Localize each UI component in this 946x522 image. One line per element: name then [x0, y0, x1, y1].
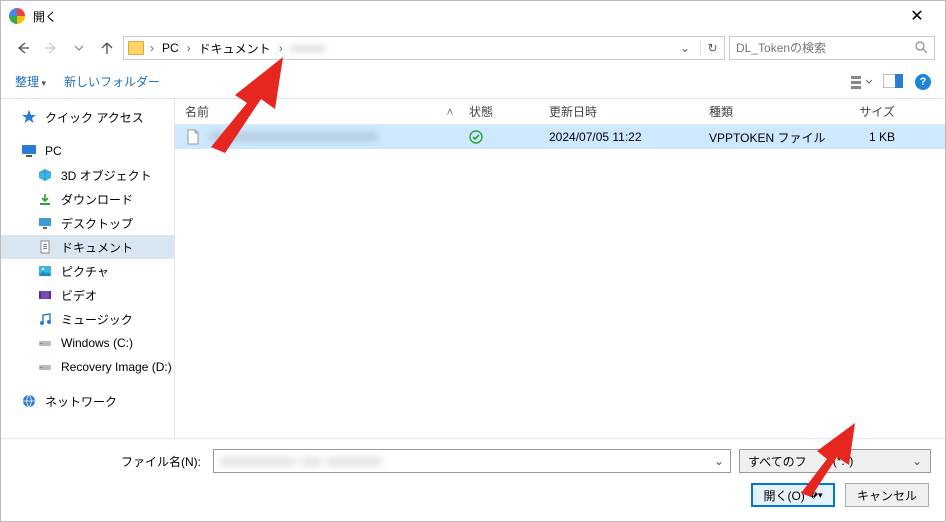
status-synced-icon: [459, 130, 539, 144]
sidebar-item-drive-c[interactable]: Windows (C:): [1, 331, 174, 355]
address-bar[interactable]: › PC › ドキュメント › xxxxx ⌄ ↻: [123, 36, 725, 60]
search-box[interactable]: [729, 36, 935, 60]
sidebar-item-label: ミュージック: [61, 311, 133, 328]
column-headers[interactable]: 名前 ˄ 状態 更新日時 種類 サイズ: [175, 99, 945, 125]
sidebar-item-pc[interactable]: PC: [1, 139, 174, 163]
pc-icon: [21, 143, 37, 159]
breadcrumb[interactable]: PC: [160, 41, 181, 55]
document-icon: [37, 239, 53, 255]
cube-icon: [37, 167, 53, 183]
picture-icon: [37, 263, 53, 279]
sidebar-item-label: Windows (C:): [61, 336, 133, 350]
breadcrumb-redacted[interactable]: xxxxx: [289, 41, 328, 55]
sidebar-item-label: ドキュメント: [61, 239, 133, 256]
file-date: 2024/07/05 11:22: [539, 130, 699, 144]
sidebar-item-desktop[interactable]: デスクトップ: [1, 211, 174, 235]
sidebar-item-drive-d[interactable]: Recovery Image (D:): [1, 355, 174, 379]
search-input[interactable]: [736, 41, 914, 55]
app-icon: [9, 8, 25, 24]
drive-icon: [37, 359, 53, 375]
network-icon: [21, 393, 37, 409]
video-icon: [37, 287, 53, 303]
sidebar-item-label: ネットワーク: [45, 393, 117, 410]
recent-dropdown-icon[interactable]: [67, 36, 91, 60]
chevron-down-icon[interactable]: ⌄: [912, 454, 922, 468]
sidebar-item-label: クイック アクセス: [45, 109, 144, 126]
back-button[interactable]: [11, 36, 35, 60]
column-date[interactable]: 更新日時: [539, 103, 699, 120]
chevron-right-icon: ›: [185, 41, 193, 55]
file-kind: VPPTOKEN ファイル: [699, 129, 829, 146]
sidebar-item-label: 3D オブジェクト: [61, 167, 152, 184]
sidebar: クイック アクセス PC 3D オブジェクト ダウンロード デスクトップ: [1, 99, 175, 438]
chevron-right-icon: ›: [277, 41, 285, 55]
new-folder-button[interactable]: 新しいフォルダー: [64, 73, 160, 90]
sidebar-item-documents[interactable]: ドキュメント: [1, 235, 174, 259]
sidebar-item-downloads[interactable]: ダウンロード: [1, 187, 174, 211]
sidebar-item-label: デスクトップ: [61, 215, 133, 232]
sidebar-item-quick-access[interactable]: クイック アクセス: [1, 105, 174, 129]
download-icon: [37, 191, 53, 207]
sidebar-item-music[interactable]: ミュージック: [1, 307, 174, 331]
file-row[interactable]: xxxxxxxxxxxxxxxxxxxxxxxx 2024/07/05 11:2…: [175, 125, 945, 149]
filter-label-suffix: (*.*): [833, 454, 854, 468]
sidebar-item-videos[interactable]: ビデオ: [1, 283, 174, 307]
open-button[interactable]: 開く(O) �▾: [751, 483, 835, 507]
dialog-title: 開く: [33, 8, 57, 25]
file-icon: [185, 129, 201, 145]
column-status[interactable]: 状態: [459, 103, 539, 120]
cancel-button[interactable]: キャンセル: [845, 483, 929, 507]
filter-label-prefix: すべてのフ: [748, 453, 807, 470]
split-chevron-icon[interactable]: �▾: [809, 490, 823, 501]
help-icon[interactable]: ?: [915, 74, 931, 90]
folder-icon: [128, 41, 144, 55]
star-icon: [21, 109, 37, 125]
close-button[interactable]: ✕: [897, 1, 937, 31]
sidebar-item-label: ダウンロード: [61, 191, 133, 208]
filename-value-redacted: xxxxxxxxxxx xxx xxxxxxxx: [220, 454, 383, 468]
file-size: 1 KB: [829, 130, 909, 144]
preview-pane-icon[interactable]: [883, 74, 901, 90]
view-options-icon[interactable]: [851, 74, 869, 90]
file-type-filter[interactable]: すべてのフ (*.*) ⌄: [739, 449, 931, 473]
refresh-icon[interactable]: ↻: [700, 41, 720, 55]
chevron-down-icon[interactable]: ⌄: [676, 41, 694, 55]
chevron-right-icon: ›: [148, 41, 156, 55]
chevron-down-icon[interactable]: ⌄: [714, 454, 724, 468]
breadcrumb[interactable]: ドキュメント: [197, 40, 273, 57]
filename-combobox[interactable]: xxxxxxxxxxx xxx xxxxxxxx ⌄: [213, 449, 731, 473]
column-kind[interactable]: 種類: [699, 103, 829, 120]
sidebar-item-label: PC: [45, 144, 62, 158]
sidebar-item-label: ピクチャ: [61, 263, 109, 280]
sidebar-item-label: ビデオ: [61, 287, 97, 304]
sidebar-item-label: Recovery Image (D:): [61, 360, 172, 374]
file-name-redacted: xxxxxxxxxxxxxxxxxxxxxxxx: [210, 129, 378, 143]
drive-icon: [37, 335, 53, 351]
sidebar-item-3d-objects[interactable]: 3D オブジェクト: [1, 163, 174, 187]
organize-menu[interactable]: 整理: [15, 73, 46, 90]
up-button[interactable]: [95, 36, 119, 60]
forward-button[interactable]: [39, 36, 63, 60]
sort-indicator-icon[interactable]: ˄: [431, 105, 459, 119]
column-size[interactable]: サイズ: [829, 103, 909, 120]
column-name[interactable]: 名前: [175, 103, 431, 120]
sidebar-item-pictures[interactable]: ピクチャ: [1, 259, 174, 283]
desktop-icon: [37, 215, 53, 231]
sidebar-item-network[interactable]: ネットワーク: [1, 389, 174, 413]
music-icon: [37, 311, 53, 327]
filename-label: ファイル名(N):: [15, 453, 205, 470]
search-icon[interactable]: [914, 40, 928, 57]
